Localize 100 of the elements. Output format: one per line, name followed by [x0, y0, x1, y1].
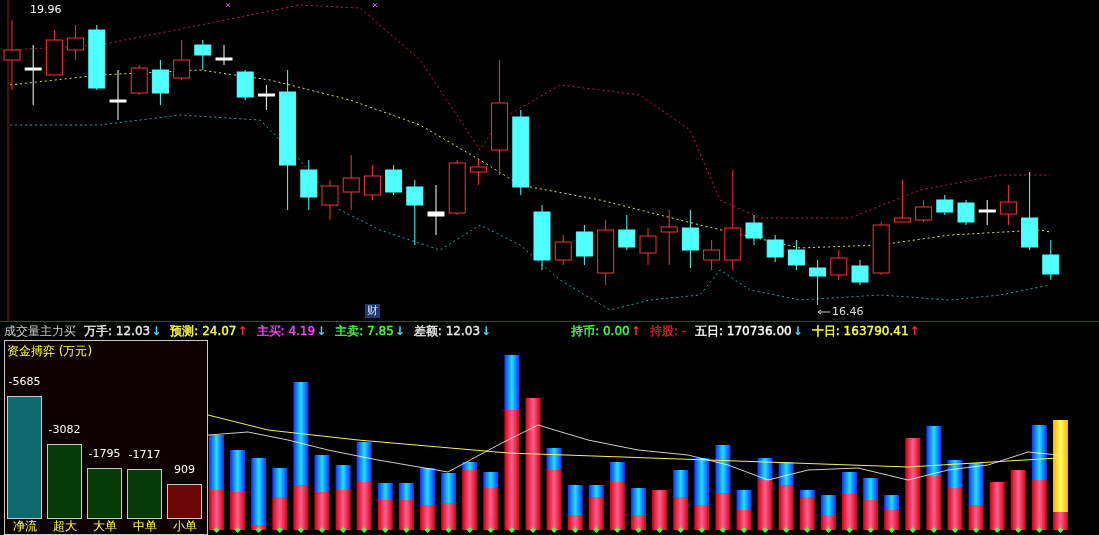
candlestick [194, 39, 212, 71]
trend-arrow: ↓ [481, 324, 492, 338]
candlestick [703, 239, 721, 271]
indicator-value: 预测: 24.07 [170, 322, 237, 340]
trend-arrow: ↑ [909, 324, 920, 338]
volume-bar [377, 483, 393, 533]
volume-bar [441, 473, 457, 533]
cross-marker-icon [372, 2, 378, 8]
volume-bar [272, 468, 288, 533]
volume-bar [567, 485, 583, 533]
candlestick [766, 234, 784, 263]
trend-arrow: ↑ [237, 324, 248, 338]
candlestick [660, 209, 678, 266]
volume-bar [335, 465, 351, 533]
category-label: 超大 [51, 519, 78, 534]
candlestick [851, 259, 869, 286]
candlestick [300, 159, 318, 211]
candlestick [406, 179, 424, 246]
candlestick [109, 69, 127, 121]
volume-bar [820, 495, 836, 533]
indicator-value: 持股: - [649, 322, 686, 340]
candlestick [427, 184, 445, 236]
candlestick [745, 214, 763, 246]
candlestick [45, 29, 63, 76]
candlestick [639, 227, 657, 266]
volume-bar [652, 490, 668, 533]
volume-bar [420, 468, 435, 533]
candlestick [130, 64, 148, 96]
candlestick [469, 159, 487, 186]
candlestick [893, 179, 911, 223]
candlestick [151, 59, 169, 106]
indicator-value: 持币: 0.00 [571, 322, 630, 340]
candlestick [575, 224, 593, 266]
volume-bar [398, 483, 414, 533]
indicator-value: 万手: 12.03 [84, 322, 151, 340]
candlestick [24, 44, 42, 106]
candlestick [342, 154, 360, 211]
volume-bar [842, 472, 857, 533]
bar-value-label: 909 [173, 463, 196, 477]
category-label: 小单 [171, 519, 198, 534]
volume-bar [778, 462, 794, 533]
volume-bar [673, 470, 689, 533]
candlestick [533, 204, 551, 271]
indicator-value: 五日: 170736.00 [694, 322, 792, 340]
indicator-value: 十日: 163790.41 [811, 322, 909, 340]
candlestick [321, 179, 339, 221]
candlestick [978, 199, 996, 226]
bar-value-label: -5685 [7, 374, 42, 388]
candlestick [915, 199, 933, 223]
candlestick [830, 249, 848, 281]
indicator-title: 成交量主力买 [4, 322, 76, 340]
category-label: 中单 [131, 519, 158, 534]
candlestick [1042, 239, 1060, 281]
candlestick [787, 239, 805, 271]
low-price-label: 16.46 [832, 305, 864, 318]
trend-arrow: ↓ [151, 324, 162, 338]
volume-bar [609, 462, 625, 533]
volume-bar [1010, 470, 1026, 533]
candlestick [936, 194, 954, 216]
volume-bar [483, 472, 499, 533]
candlestick [681, 209, 699, 269]
trend-arrow: ↑ [630, 324, 641, 338]
candlestick [957, 199, 975, 226]
candlestick [236, 69, 254, 101]
candlestick [67, 24, 85, 61]
bar-value-label: -1717 [127, 448, 162, 462]
candlestick [257, 84, 275, 111]
candlestick [3, 19, 21, 91]
candlestick [597, 219, 615, 286]
candlestick [999, 184, 1017, 226]
candlestick [173, 39, 191, 81]
trend-arrow: ↓ [792, 324, 803, 338]
volume-bar [799, 490, 815, 533]
category-label: 净流 [11, 519, 38, 534]
cross-marker-icon [225, 2, 231, 8]
indicator-value: 主卖: 7.85 [335, 322, 394, 340]
volume-bar [631, 488, 646, 533]
left-arrow-icon [817, 309, 831, 315]
volume-bar [462, 462, 478, 533]
category-label: 大单 [91, 519, 118, 534]
bar-value-label: -3082 [47, 423, 82, 436]
volume-bar [884, 495, 900, 533]
indicator-value: 主买: 4.19 [256, 322, 316, 340]
event-marker: 财 [365, 304, 380, 318]
candlestick [363, 164, 381, 201]
bar-value-label: -1795 [87, 446, 122, 460]
candlestick [385, 164, 403, 196]
volume-bar [588, 485, 604, 533]
candlestick [554, 234, 572, 266]
candlestick [618, 214, 636, 251]
trend-arrow: ↓ [394, 324, 405, 338]
candlestick [448, 159, 466, 216]
volume-bar [968, 463, 984, 533]
candlestick [215, 44, 233, 66]
volume-bar [863, 478, 879, 533]
volume-bar [989, 482, 1005, 533]
high-price-label: 19.96 [30, 3, 62, 16]
indicator-value: 差额: 12.03 [413, 322, 481, 340]
candlestick [809, 259, 827, 306]
trend-arrow: ↓ [316, 324, 327, 338]
